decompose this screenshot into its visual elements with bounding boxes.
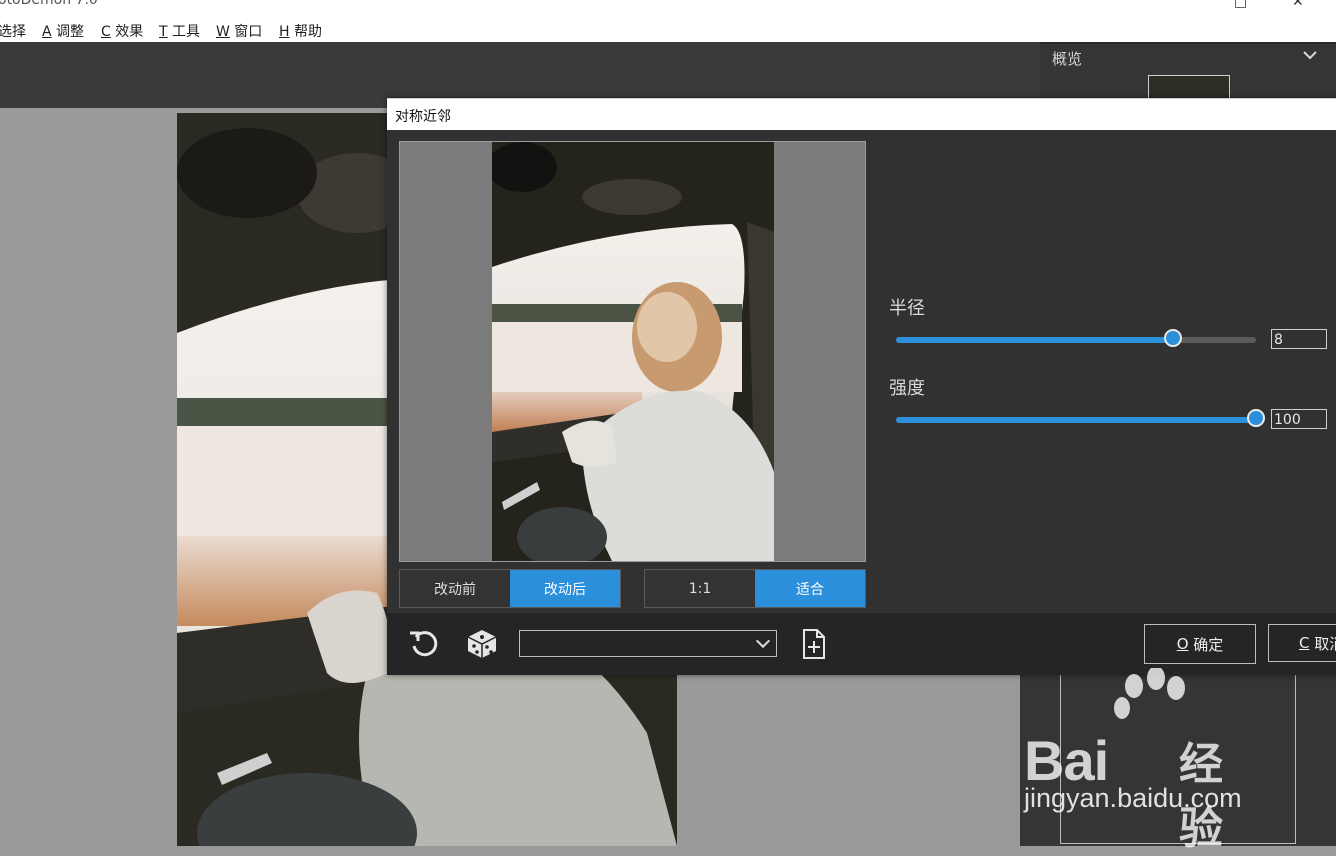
zoom-fit-button[interactable]: 适合 — [755, 570, 865, 607]
menu-window[interactable]: W 窗口 — [216, 21, 262, 41]
menu-select[interactable]: 选择 — [0, 21, 26, 41]
dialog-titlebar[interactable]: 对称近邻 — [387, 98, 1336, 130]
dialog-title: 对称近邻 — [395, 109, 451, 125]
radius-label: 半径 — [889, 298, 925, 319]
zoom-toggle: 1:1 适合 — [644, 569, 866, 608]
strength-label: 强度 — [889, 378, 925, 399]
before-after-toggle: 改动前 改动后 — [399, 569, 621, 608]
menu-adjust[interactable]: A 调整 — [42, 21, 84, 41]
menu-bar: 选择 A 调整 C 效果 T 工具 W 窗口 H 帮助 — [0, 18, 1336, 42]
maximize-icon[interactable]: □ — [1234, 0, 1247, 10]
strength-slider[interactable] — [896, 409, 1265, 427]
strength-slider-knob[interactable] — [1247, 409, 1265, 427]
strength-input[interactable]: 100 — [1271, 409, 1327, 429]
effect-dialog: 对称近邻 改动前 改动后 1:1 适合 半径 8 强度 100 O 确定 C 取 — [387, 98, 1336, 675]
menu-tools[interactable]: T 工具 — [159, 21, 200, 41]
panel-divider — [1040, 42, 1336, 44]
menu-help[interactable]: H 帮助 — [279, 21, 322, 41]
menu-effects[interactable]: C 效果 — [101, 21, 143, 41]
after-button[interactable]: 改动后 — [510, 570, 620, 607]
close-icon[interactable]: ✕ — [1292, 0, 1304, 10]
preview-area[interactable] — [399, 141, 866, 562]
dialog-footer: O 确定 C 取消 — [387, 613, 1336, 675]
cancel-button[interactable]: C 取消 — [1268, 624, 1336, 662]
dice-icon[interactable] — [465, 627, 501, 661]
before-button[interactable]: 改动前 — [400, 570, 510, 607]
add-file-icon[interactable] — [799, 627, 835, 661]
preset-select[interactable] — [519, 630, 777, 657]
radius-slider-fill — [896, 337, 1174, 343]
reset-icon[interactable] — [407, 627, 443, 661]
watermark-url: jingyan.baidu.com — [1024, 783, 1242, 813]
window-title: otoDemon 7.0 — [0, 0, 98, 8]
strength-slider-fill — [896, 417, 1256, 423]
preview-image[interactable] — [492, 142, 774, 561]
chevron-down-icon[interactable] — [1302, 48, 1318, 64]
radius-input[interactable]: 8 — [1271, 329, 1327, 349]
ok-button[interactable]: O 确定 — [1144, 624, 1256, 664]
window-titlebar: otoDemon 7.0 □ ✕ — [0, 0, 1336, 18]
chevron-down-icon — [755, 633, 771, 649]
radius-slider[interactable] — [896, 329, 1256, 347]
radius-slider-knob[interactable] — [1164, 329, 1183, 347]
overview-title: 概览 — [1052, 50, 1083, 68]
zoom-actual-button[interactable]: 1:1 — [645, 570, 755, 607]
